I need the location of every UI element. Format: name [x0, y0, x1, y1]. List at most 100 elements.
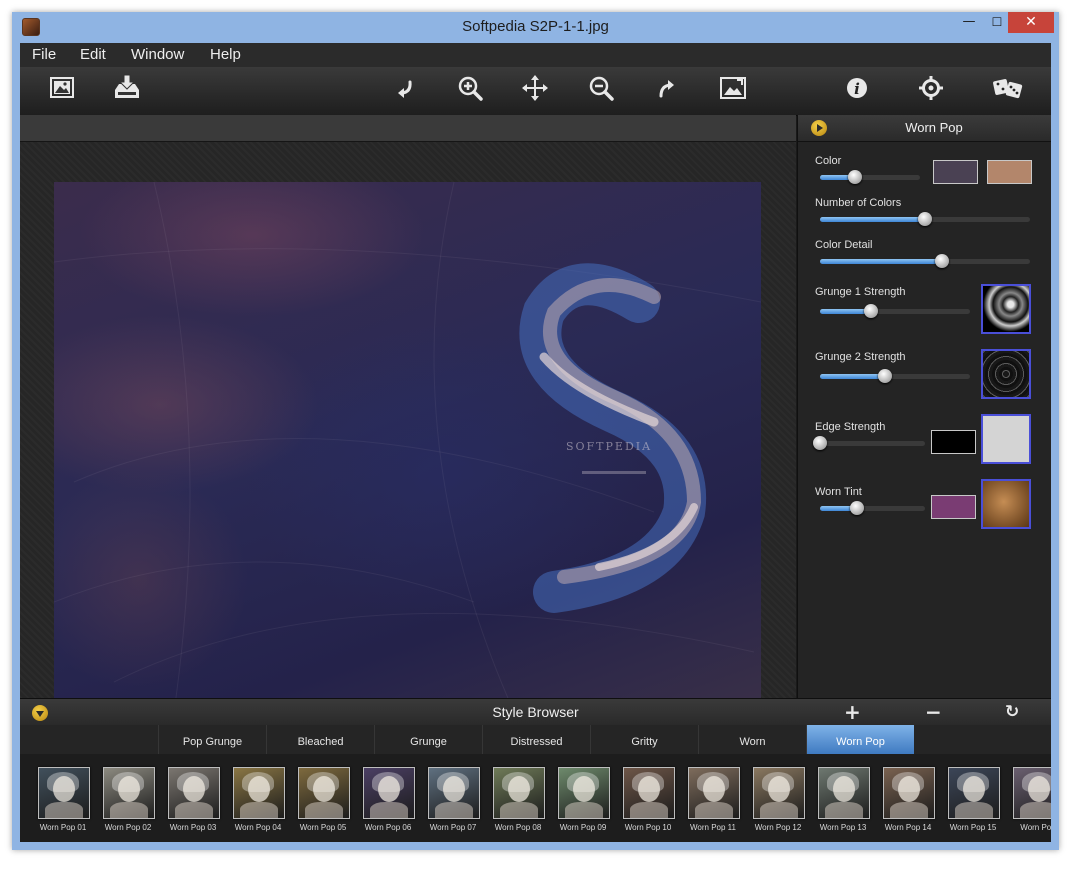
tab-pop-grunge[interactable]: Pop Grunge [158, 725, 266, 754]
edge-strength-slider[interactable] [813, 436, 925, 450]
style-thumbnail-label: Worn Pop 04 [234, 823, 282, 832]
tab-bleached[interactable]: Bleached [266, 725, 374, 754]
style-thumbnail[interactable] [493, 767, 545, 819]
add-style-icon[interactable]: + [844, 700, 861, 724]
redo-icon[interactable] [651, 72, 683, 104]
style-thumbnail-label: Worn Pop 14 [884, 823, 932, 832]
style-thumbnail-label: Worn Pop 01 [39, 823, 87, 832]
style-category-tabs: Pop Grunge Bleached Grunge Distressed Gr… [20, 725, 1051, 754]
number-of-colors-label: Number of Colors [815, 197, 902, 209]
style-thumbnail-label: Worn Pop 05 [299, 823, 347, 832]
menu-window[interactable]: Window [131, 46, 184, 63]
style-thumbnail-label: Worn Pop [1020, 823, 1051, 832]
style-thumbnail[interactable] [363, 767, 415, 819]
thumbnail-face [768, 776, 790, 802]
style-thumbnail-label: Worn Pop 15 [949, 823, 997, 832]
style-thumbnail[interactable] [753, 767, 805, 819]
style-thumbnail[interactable] [168, 767, 220, 819]
style-thumbnail-label: Worn Pop 07 [429, 823, 477, 832]
info-icon[interactable]: i [841, 72, 873, 104]
style-thumbnail-label: Worn Pop 13 [819, 823, 867, 832]
color-label: Color [815, 155, 842, 167]
thumbnail-body [175, 802, 213, 818]
thumbnail-body [890, 802, 928, 818]
grunge-2-strength-label: Grunge 2 Strength [815, 351, 906, 363]
fit-image-icon[interactable] [717, 72, 749, 104]
zoom-in-icon[interactable] [454, 72, 486, 104]
worn-tint-swatch[interactable] [931, 495, 976, 519]
edge-color-swatch[interactable] [931, 430, 976, 454]
title-bar[interactable]: Softpedia S2P-1-1.jpg — ☐ ✕ [12, 12, 1059, 43]
style-thumbnail[interactable] [1013, 767, 1051, 819]
pan-icon[interactable] [519, 72, 551, 104]
thumbnail-face [248, 776, 270, 802]
menu-edit[interactable]: Edit [80, 46, 106, 63]
menu-file[interactable]: File [32, 46, 56, 63]
app-window: Softpedia S2P-1-1.jpg — ☐ ✕ File Edit Wi… [12, 12, 1059, 850]
style-thumbnail[interactable] [948, 767, 1000, 819]
window-title: Softpedia S2P-1-1.jpg [462, 18, 609, 35]
grunge-2-strength-slider[interactable] [820, 369, 970, 383]
worn-tint-slider[interactable] [820, 501, 925, 515]
tab-grunge[interactable]: Grunge [374, 725, 482, 754]
style-thumbnail[interactable] [623, 767, 675, 819]
grunge-2-texture[interactable] [981, 349, 1031, 399]
panel-header: Worn Pop [798, 115, 1051, 142]
maximize-button[interactable]: ☐ [984, 15, 1010, 36]
thumbnail-face [898, 776, 920, 802]
edge-strength-label: Edge Strength [815, 421, 886, 433]
style-thumbnail[interactable] [233, 767, 285, 819]
thumbnail-body [695, 802, 733, 818]
style-thumbnail-label: Worn Pop 06 [364, 823, 412, 832]
tab-worn-pop[interactable]: Worn Pop [806, 725, 914, 754]
randomize-dice-icon[interactable] [992, 72, 1024, 104]
worn-tint-texture[interactable] [981, 479, 1031, 529]
thumbnail-face [508, 776, 530, 802]
settings-icon[interactable] [915, 72, 947, 104]
undo-icon[interactable] [388, 72, 420, 104]
grunge-1-texture[interactable] [981, 284, 1031, 334]
thumbnail-body [500, 802, 538, 818]
remove-style-icon[interactable]: − [925, 700, 942, 724]
style-thumbnail[interactable] [688, 767, 740, 819]
thumbnail-body [240, 802, 278, 818]
save-icon[interactable] [111, 72, 143, 104]
thumbnail-body [565, 802, 603, 818]
style-thumbnail[interactable] [818, 767, 870, 819]
grunge-1-strength-slider[interactable] [820, 304, 970, 318]
style-thumbnail[interactable] [103, 767, 155, 819]
style-thumbnail[interactable] [558, 767, 610, 819]
style-thumbnail[interactable] [428, 767, 480, 819]
number-of-colors-slider[interactable] [820, 212, 1030, 226]
color-detail-slider[interactable] [820, 254, 1030, 268]
color-swatch-2[interactable] [987, 160, 1032, 184]
tab-distressed[interactable]: Distressed [482, 725, 590, 754]
color-slider[interactable] [820, 170, 920, 184]
style-thumbnail[interactable] [883, 767, 935, 819]
style-thumbnail-label: Worn Pop 12 [754, 823, 802, 832]
preview-image[interactable]: SOFTPEDIA [54, 182, 761, 712]
style-thumbnail-label: Worn Pop 03 [169, 823, 217, 832]
close-button[interactable]: ✕ [1008, 12, 1054, 33]
settings-panel: Worn Pop Color Number of Colors Color De… [797, 115, 1051, 698]
svg-text:SOFTPEDIA: SOFTPEDIA [566, 440, 652, 453]
thumbnail-body [955, 802, 993, 818]
thumbnail-face [443, 776, 465, 802]
color-swatch-1[interactable] [933, 160, 978, 184]
thumbnail-body [825, 802, 863, 818]
zoom-out-icon[interactable] [585, 72, 617, 104]
style-thumbnail[interactable] [298, 767, 350, 819]
tab-gritty[interactable]: Gritty [590, 725, 698, 754]
style-browser-header: Style Browser + − ↻ [20, 698, 1051, 725]
canvas-header-strip [20, 115, 796, 142]
menu-help[interactable]: Help [210, 46, 241, 63]
tab-worn[interactable]: Worn [698, 725, 806, 754]
minimize-button[interactable]: — [956, 14, 982, 35]
thumbnail-face [833, 776, 855, 802]
edge-texture[interactable] [981, 414, 1031, 464]
refresh-styles-icon[interactable]: ↻ [1005, 702, 1019, 722]
open-image-icon[interactable] [46, 72, 78, 104]
image-canvas-area[interactable]: SOFTPEDIA [20, 115, 796, 712]
style-thumbnail[interactable] [38, 767, 90, 819]
thumbnail-face [573, 776, 595, 802]
